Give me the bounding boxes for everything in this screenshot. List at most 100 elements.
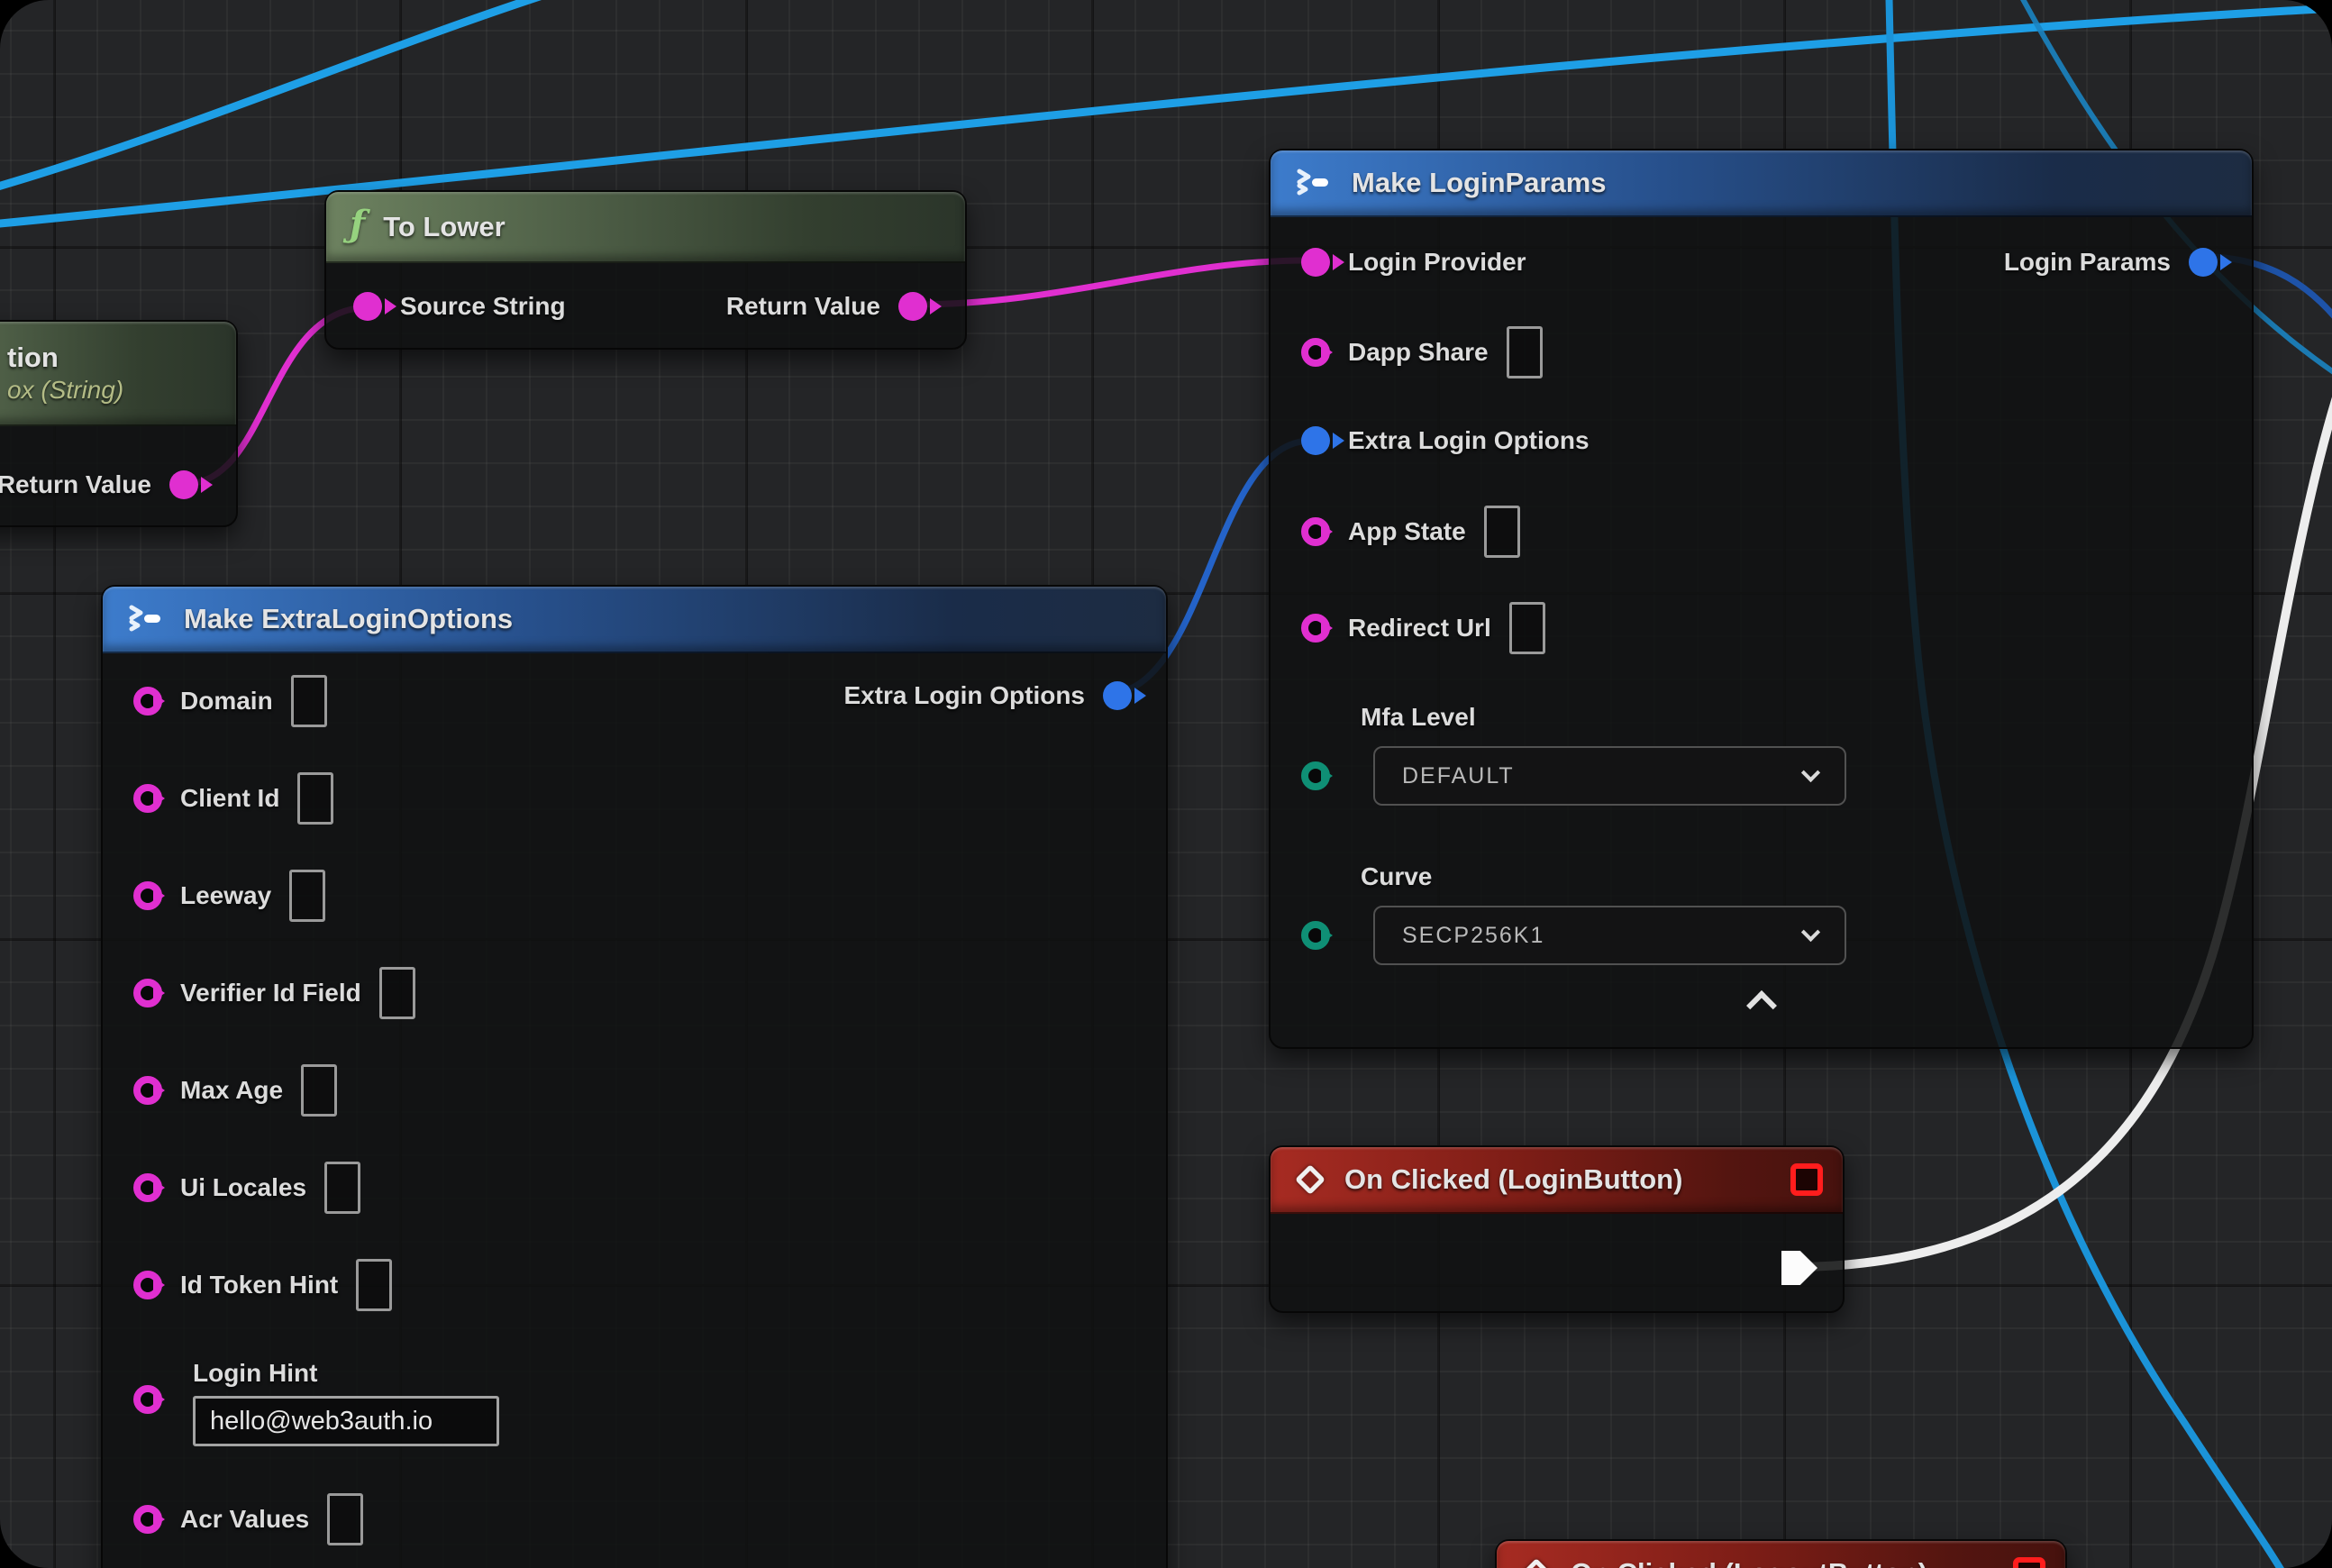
event-delegate-icon[interactable] — [1790, 1163, 1823, 1196]
pin-row-return-value: Return Value — [726, 292, 927, 321]
chevron-down-icon — [1801, 922, 1820, 941]
pin-row-redirect-url: Redirect Url — [1301, 602, 1545, 654]
pin-row-mfa-level — [1301, 761, 1330, 790]
input-pin-verifier-id-field[interactable] — [133, 979, 162, 1007]
pin-row-extra-login-options-in: Extra Login Options — [1301, 426, 1590, 455]
pin-label: Domain — [180, 687, 273, 716]
input-pin-app-state[interactable] — [1301, 517, 1330, 546]
collapse-node-button[interactable] — [1746, 990, 1777, 1021]
function-icon: ƒ — [350, 206, 365, 242]
node-make-login-params[interactable]: Make LoginParams Login Params Login Prov… — [1269, 149, 2254, 1049]
make-extra-login-options-header: Make ExtraLoginOptions — [103, 587, 1166, 653]
login-hint-value: hello@web3auth.io — [210, 1407, 433, 1436]
input-pin-id-token-hint[interactable] — [133, 1271, 162, 1299]
make-login-params-title: Make LoginParams — [1352, 167, 1607, 199]
dapp-share-value-box[interactable] — [1507, 326, 1543, 378]
pin-label: Source String — [400, 292, 566, 321]
pin-row-login-hint — [133, 1385, 162, 1414]
mfa-level-label: Mfa Level — [1361, 703, 1476, 732]
acr-values-value-box[interactable] — [327, 1493, 363, 1545]
pin-row-max-age: Max Age — [133, 1064, 337, 1117]
pin-row-return-value-partial: Return Value — [0, 470, 198, 499]
pin-label: Client Id — [180, 784, 279, 813]
pin-label: Extra Login Options — [1348, 426, 1590, 455]
node-to-lower[interactable]: ƒ To Lower Source String Return Value — [324, 190, 967, 350]
curve-label: Curve — [1361, 862, 1432, 891]
pin-label: Dapp Share — [1348, 338, 1489, 367]
pin-row-login-params-out: Login Params — [2004, 248, 2218, 277]
pin-row-login-provider: Login Provider — [1301, 248, 1526, 277]
input-pin-redirect-url[interactable] — [1301, 614, 1330, 643]
to-lower-title: To Lower — [383, 211, 505, 243]
pin-row-domain: Domain — [133, 675, 327, 727]
blueprint-graph-canvas[interactable]: tion ox (String) Return Value ƒ To Lower… — [0, 0, 2332, 1568]
input-pin-leeway[interactable] — [133, 881, 162, 910]
pin-label: Extra Login Options — [843, 681, 1085, 710]
node-text-source-partial[interactable]: tion ox (String) Return Value — [0, 320, 238, 527]
client-id-value-box[interactable] — [297, 772, 333, 825]
login-hint-field[interactable]: hello@web3auth.io — [193, 1396, 499, 1446]
pin-label: Ui Locales — [180, 1173, 306, 1202]
pin-row-leeway: Leeway — [133, 870, 325, 922]
pin-label: Id Token Hint — [180, 1271, 338, 1299]
mfa-level-dropdown[interactable]: DEFAULT — [1373, 746, 1846, 806]
input-pin-acr-values[interactable] — [133, 1505, 162, 1534]
on-clicked-login-header: On Clicked (LoginButton) — [1271, 1147, 1843, 1214]
verifier-id-field-value-box[interactable] — [379, 967, 415, 1019]
curve-value: SECP256K1 — [1402, 923, 1544, 949]
input-pin-extra-login-options[interactable] — [1301, 426, 1330, 455]
chevron-down-icon — [1801, 762, 1820, 781]
input-pin-curve[interactable] — [1301, 921, 1330, 950]
on-clicked-logout-title: On Clicked (LogoutButton) — [1571, 1557, 1927, 1568]
pin-row-app-state: App State — [1301, 506, 1520, 558]
exec-output-pin[interactable] — [1781, 1251, 1817, 1285]
output-pin-return-value[interactable] — [169, 470, 198, 499]
output-pin-login-params[interactable] — [2189, 248, 2218, 277]
input-pin-source-string[interactable] — [353, 292, 382, 321]
wire-tolower-to-loginprovider[interactable] — [913, 260, 1307, 305]
on-clicked-login-title: On Clicked (LoginButton) — [1344, 1163, 1682, 1196]
pin-row-acr-values: Acr Values — [133, 1493, 363, 1545]
output-pin-return-value[interactable] — [898, 292, 927, 321]
input-pin-client-id[interactable] — [133, 784, 162, 813]
app-state-value-box[interactable] — [1484, 506, 1520, 558]
node-text-source-header: tion ox (String) — [0, 322, 236, 426]
pin-label: Login Params — [2004, 248, 2171, 277]
input-pin-domain[interactable] — [133, 687, 162, 716]
pin-label: Return Value — [0, 470, 151, 499]
pin-row-source-string: Source String — [353, 292, 566, 321]
pin-row-dapp-share: Dapp Share — [1301, 326, 1543, 378]
input-pin-dapp-share[interactable] — [1301, 338, 1330, 367]
node-on-clicked-login-button[interactable]: On Clicked (LoginButton) — [1269, 1145, 1845, 1313]
pin-row-curve — [1301, 921, 1330, 950]
pin-row-verifier-id-field: Verifier Id Field — [133, 967, 415, 1019]
input-pin-mfa-level[interactable] — [1301, 761, 1330, 790]
pin-row-ui-locales: Ui Locales — [133, 1162, 360, 1214]
on-clicked-logout-header: On Clicked (LogoutButton) — [1497, 1541, 2065, 1568]
make-login-params-header: Make LoginParams — [1271, 150, 2252, 217]
wire-cyan-topleft[interactable] — [0, 0, 599, 191]
input-pin-ui-locales[interactable] — [133, 1173, 162, 1202]
node-make-extra-login-options[interactable]: Make ExtraLoginOptions Extra Login Optio… — [101, 585, 1168, 1568]
input-pin-login-hint[interactable] — [133, 1385, 162, 1414]
ui-locales-value-box[interactable] — [324, 1162, 360, 1214]
login-hint-label: Login Hint — [193, 1359, 317, 1388]
event-diamond-icon — [1521, 1558, 1552, 1568]
leeway-value-box[interactable] — [289, 870, 325, 922]
pin-label: Verifier Id Field — [180, 979, 361, 1007]
input-pin-max-age[interactable] — [133, 1076, 162, 1105]
pin-row-client-id: Client Id — [133, 772, 333, 825]
node-on-clicked-logout-button[interactable]: On Clicked (LogoutButton) — [1495, 1539, 2067, 1568]
max-age-value-box[interactable] — [301, 1064, 337, 1117]
make-struct-icon — [126, 604, 166, 636]
pin-label: Login Provider — [1348, 248, 1526, 277]
make-struct-icon — [1294, 168, 1334, 200]
input-pin-login-provider[interactable] — [1301, 248, 1330, 277]
output-pin-extra-login-options[interactable] — [1103, 681, 1132, 710]
event-delegate-icon[interactable] — [2013, 1557, 2045, 1568]
event-diamond-icon — [1295, 1164, 1325, 1195]
domain-value-box[interactable] — [291, 675, 327, 727]
id-token-hint-value-box[interactable] — [356, 1259, 392, 1311]
redirect-url-value-box[interactable] — [1509, 602, 1545, 654]
curve-dropdown[interactable]: SECP256K1 — [1373, 906, 1846, 965]
